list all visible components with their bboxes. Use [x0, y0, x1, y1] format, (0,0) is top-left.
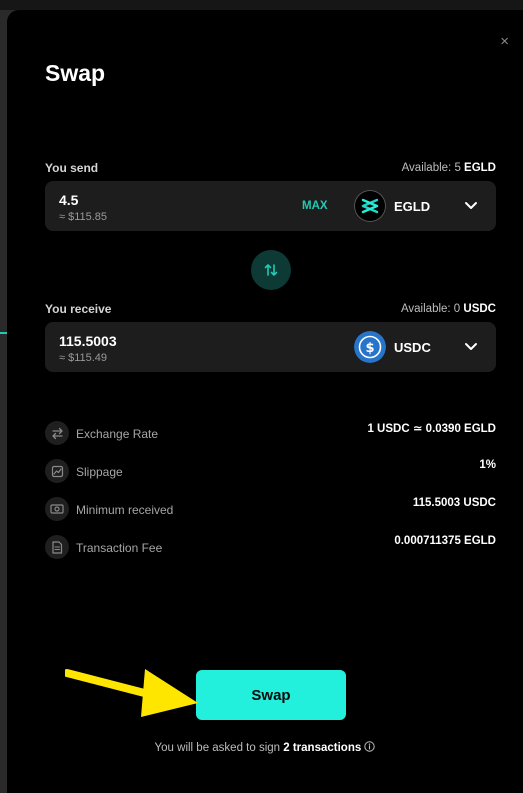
- send-available-amount: Available: 5: [401, 162, 461, 174]
- detail-label: Exchange Rate: [76, 427, 159, 441]
- detail-value: 115.5003 USDC: [412, 497, 496, 509]
- send-available-token: EGLD: [464, 162, 496, 174]
- annotation-arrow-icon: [65, 669, 198, 717]
- receive-token-name[interactable]: USDC: [394, 340, 431, 355]
- receive-available-amount: Available: 0: [400, 303, 461, 315]
- swap-button[interactable]: Swap: [196, 670, 346, 720]
- cash-icon: [45, 497, 69, 521]
- send-token-name[interactable]: EGLD: [394, 199, 430, 214]
- receive-amount: 115.5003: [59, 333, 117, 349]
- receive-token-box: 115.5003 ≈ $115.49 $ USDC: [45, 322, 496, 372]
- chevron-down-icon[interactable]: [464, 341, 478, 353]
- send-label-row: You send Available: 5 EGLD: [45, 161, 496, 175]
- receive-label-row: You receive Available: 0 USDC: [45, 302, 496, 316]
- detail-row-minimum-received: Minimum received 115.5003 USDC: [45, 497, 496, 523]
- swap-modal: × Swap You send Available: 5 EGLD 4.5 ≈ …: [7, 10, 523, 793]
- send-usd-value: ≈ $115.85: [59, 211, 108, 223]
- receive-available: Available: 0 USDC: [401, 303, 496, 315]
- detail-row-slippage: Slippage 1%: [45, 459, 496, 485]
- usdc-logo-icon[interactable]: $: [354, 331, 386, 363]
- detail-value: 1%: [479, 459, 496, 471]
- sign-note-count: 2 transactions: [283, 742, 362, 754]
- svg-text:$: $: [365, 341, 374, 356]
- sign-note-prefix: You will be asked to sign: [154, 742, 281, 754]
- send-amount-input[interactable]: 4.5: [59, 192, 78, 208]
- send-available: Available: 5 EGLD: [402, 162, 496, 174]
- swap-direction-button[interactable]: [251, 250, 291, 290]
- detail-value: 0.000711375 EGLD: [394, 535, 496, 547]
- detail-label: Transaction Fee: [76, 541, 163, 555]
- info-icon[interactable]: [364, 741, 376, 752]
- detail-row-exchange-rate: Exchange Rate 1 USDC ≃ 0.0390 EGLD: [45, 421, 496, 447]
- backdrop-topbar: [0, 0, 523, 10]
- send-label: You send: [45, 161, 99, 175]
- receive-available-token: USDC: [463, 303, 496, 315]
- detail-row-transaction-fee: Transaction Fee 0.000711375 EGLD: [45, 535, 496, 561]
- egld-logo-icon[interactable]: [354, 190, 386, 222]
- send-token-box: 4.5 ≈ $115.85 MAX EGLD: [45, 181, 496, 231]
- chart-icon: [45, 459, 69, 483]
- chevron-down-icon[interactable]: [464, 200, 478, 212]
- close-icon[interactable]: ×: [500, 34, 509, 49]
- receive-label: You receive: [45, 302, 112, 316]
- detail-value: 1 USDC ≃ 0.0390 EGLD: [367, 423, 496, 435]
- detail-label: Minimum received: [76, 503, 174, 517]
- swap-arrows-icon: [264, 264, 278, 276]
- detail-label: Slippage: [76, 465, 123, 479]
- receive-usd-value: ≈ $115.49: [59, 352, 108, 364]
- exchange-icon: [45, 421, 69, 445]
- modal-title: Swap: [45, 60, 106, 86]
- document-icon: [45, 535, 69, 559]
- max-button[interactable]: MAX: [302, 200, 328, 212]
- sign-note: You will be asked to sign 2 transactions: [7, 741, 523, 754]
